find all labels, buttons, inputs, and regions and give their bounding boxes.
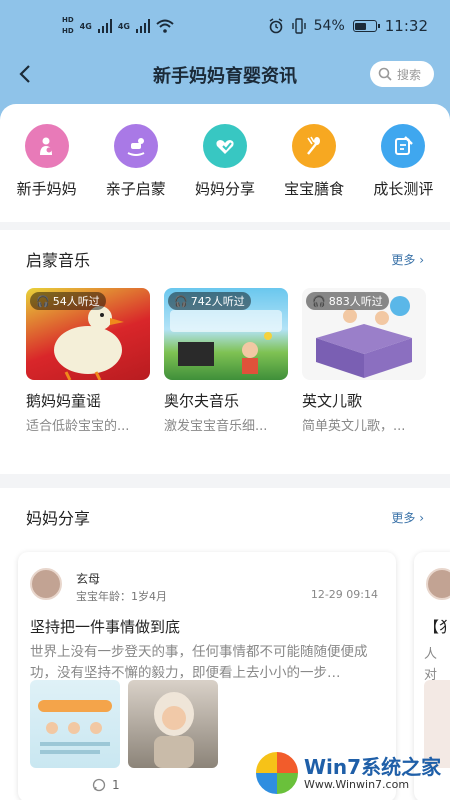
listen-count: 🎧 883人听过 <box>306 292 389 310</box>
search-icon <box>378 67 392 81</box>
share-heart-icon <box>202 124 247 168</box>
music-subtitle: 激发宝宝音乐细... <box>164 419 268 434</box>
section-title: 妈妈分享 <box>26 509 91 528</box>
album-cover: 🎧 742人听过 <box>164 288 288 380</box>
album-cover: 🎧 883人听过 <box>302 288 426 380</box>
wifi-icon <box>156 19 174 33</box>
signal-icon <box>97 19 112 33</box>
music-title: 鹅妈妈童谣 <box>26 392 102 410</box>
rocking-horse-icon <box>113 124 158 168</box>
post-date: 12-29 09:14 <box>310 588 378 601</box>
music-title: 奥尔夫音乐 <box>164 392 240 410</box>
category-new-mom[interactable]: 新手妈妈 <box>4 124 90 199</box>
category-label: 宝宝膳食 <box>284 180 345 198</box>
baby-age: 宝宝年龄：1岁4月 <box>76 590 167 603</box>
search-button[interactable]: 搜索 <box>370 61 434 87</box>
alarm-icon <box>269 18 283 34</box>
post-image[interactable] <box>30 680 120 768</box>
user-name: 玄母 <box>76 572 101 586</box>
category-growth-test[interactable]: 成长测评 <box>360 124 446 199</box>
music-subtitle: 适合低龄宝宝的... <box>26 419 130 434</box>
category-mom-share[interactable]: 妈妈分享 <box>182 124 268 199</box>
post-body: 世界上没有一步登天的事，任何事情都不可能随随便便成功，没有坚持不懈的毅力，即便看… <box>30 644 368 681</box>
music-item[interactable]: 🎧 742人听过 奥尔夫音乐 激发宝宝音乐细... <box>164 288 288 434</box>
category-label: 亲子启蒙 <box>105 180 166 198</box>
status-bar: HD HD 4G 4G 54% 11:32 <box>62 16 428 35</box>
post-image[interactable] <box>128 680 218 768</box>
listen-count: 🎧 54人听过 <box>30 292 106 310</box>
battery-icon <box>352 20 380 32</box>
sim-indicator: HD HD <box>62 16 74 35</box>
spoon-fork-icon <box>292 124 337 168</box>
category-baby-food[interactable]: 宝宝膳食 <box>271 124 357 199</box>
battery-percent: 54% <box>313 18 345 34</box>
headphone-icon: 🎧 <box>174 294 188 308</box>
music-section: 启蒙音乐 更多 › 🎧 54人听过 鹅妈妈童谣 适合低龄宝宝的... 🎧 742… <box>0 230 450 474</box>
category-label: 成长测评 <box>373 180 434 198</box>
watermark-url: Www.Winwin7.com <box>304 777 410 791</box>
post-title: 坚持把一件事情做到底 <box>30 618 181 636</box>
signal-icon-2 <box>135 19 150 33</box>
more-link[interactable]: 更多 › <box>391 509 424 526</box>
category-label: 新手妈妈 <box>16 180 77 198</box>
comment-count[interactable]: 1 <box>92 778 120 792</box>
headphone-icon: 🎧 <box>312 294 326 308</box>
music-title: 英文儿歌 <box>302 392 363 410</box>
clock: 11:32 <box>384 17 428 35</box>
vibrate-icon <box>291 18 306 34</box>
music-subtitle: 简单英文儿歌，... <box>302 419 406 434</box>
comment-icon <box>92 778 106 792</box>
mother-icon <box>24 124 69 168</box>
network-type: 4G <box>79 21 92 31</box>
category-early-education[interactable]: 亲子启蒙 <box>93 124 179 199</box>
post-title-fragment: 【犭 <box>424 618 450 636</box>
category-card: 新手妈妈 亲子启蒙 妈妈分享 宝宝膳食 成长测评 <box>0 104 450 222</box>
windows-logo-icon <box>254 750 300 796</box>
search-placeholder: 搜索 <box>397 67 422 82</box>
headphone-icon: 🎧 <box>36 294 50 308</box>
avatar <box>426 568 450 600</box>
album-cover: 🎧 54人听过 <box>26 288 150 380</box>
listen-count: 🎧 742人听过 <box>168 292 251 310</box>
category-label: 妈妈分享 <box>194 180 255 198</box>
nav-bar: 新手妈妈育婴资讯 搜索 <box>0 52 450 98</box>
more-link[interactable]: 更多 › <box>391 251 424 268</box>
watermark-brand: Win7系统之家 <box>304 754 442 779</box>
music-item[interactable]: 🎧 54人听过 鹅妈妈童谣 适合低龄宝宝的... <box>26 288 150 434</box>
avatar <box>30 568 62 600</box>
watermark: Win7系统之家 Www.Winwin7.com <box>254 746 450 800</box>
music-item[interactable]: 🎧 883人听过 英文儿歌 简单英文儿歌，... <box>302 288 426 434</box>
edit-note-icon <box>381 124 426 168</box>
section-title: 启蒙音乐 <box>26 251 91 270</box>
